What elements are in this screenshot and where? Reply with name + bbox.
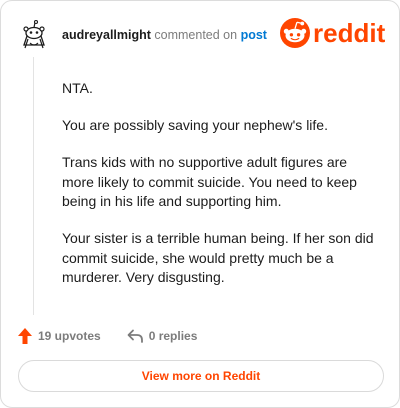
comment-paragraph: Trans kids with no supportive adult figu… (62, 154, 357, 209)
comment-paragraph: Your sister is a terrible human being. I… (62, 230, 374, 285)
reply-arrow-icon[interactable] (127, 329, 143, 343)
comment-actions: 19 upvotes 0 replies (18, 327, 197, 345)
reddit-logo[interactable]: reddit (279, 16, 387, 50)
comment-embed-card: audreyallmight commented on post reddit … (0, 0, 400, 408)
post-link[interactable]: post (241, 28, 267, 42)
reddit-wordmark: reddit (313, 18, 386, 48)
reddit-logo-icon: reddit (280, 18, 386, 48)
upvote-count[interactable]: 19 upvotes (38, 329, 101, 343)
comment-paragraph: NTA. (62, 80, 93, 96)
upvote-arrow-icon[interactable] (18, 328, 32, 344)
comment-header: audreyallmight commented on post (62, 27, 267, 43)
username-link[interactable]: audreyallmight (62, 28, 151, 42)
view-more-button[interactable]: View more on Reddit (18, 360, 384, 392)
comment-body: NTA. You are possibly saving your nephew… (62, 79, 382, 305)
comment-paragraph: You are possibly saving your nephew's li… (62, 117, 328, 133)
thread-line (33, 57, 34, 315)
commented-on-text: commented on (154, 28, 238, 42)
reply-count[interactable]: 0 replies (149, 329, 198, 343)
snoo-avatar-icon[interactable] (18, 19, 50, 51)
